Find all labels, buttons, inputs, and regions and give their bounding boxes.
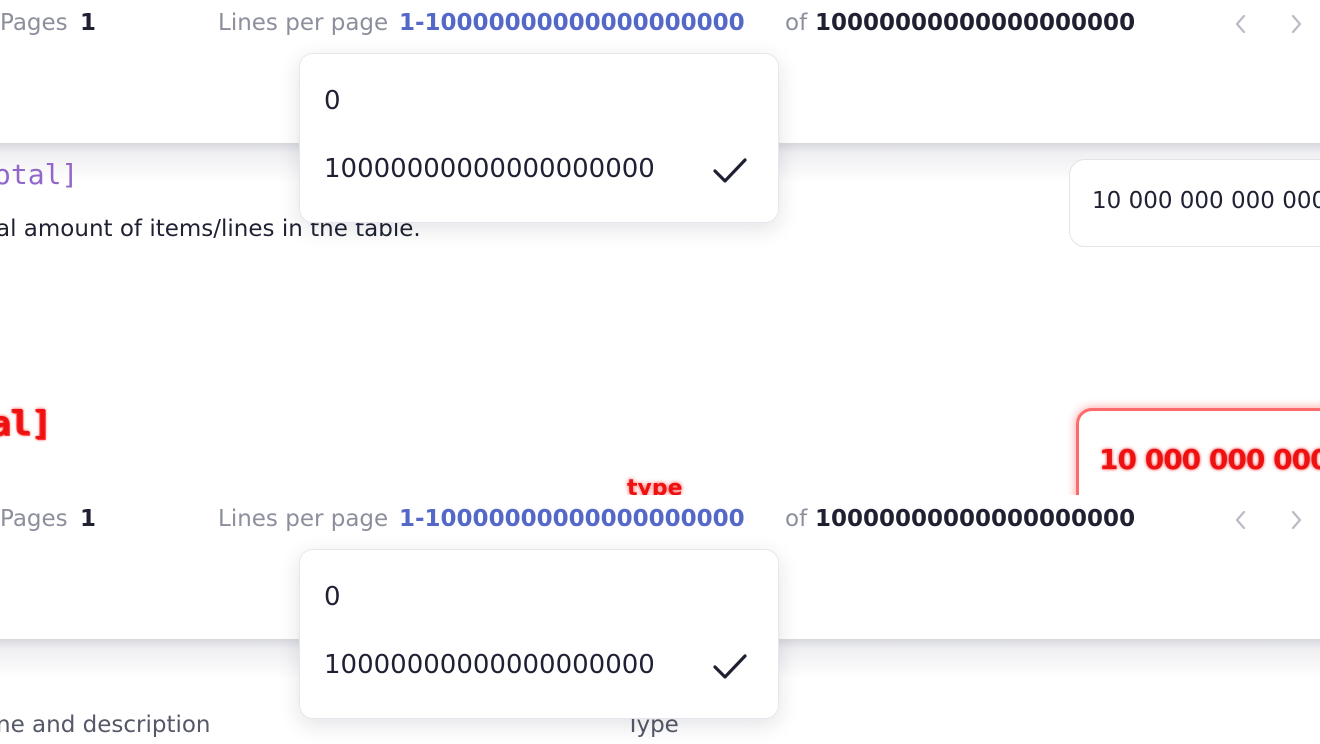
- lines-per-page-select[interactable]: 1-10000000000000000000: [399, 10, 745, 36]
- lines-per-page-select[interactable]: 1-10000000000000000000: [399, 506, 745, 532]
- dropdown-option-selected[interactable]: 10000000000000000000: [324, 650, 655, 680]
- dropdown-option[interactable]: 0: [324, 582, 341, 612]
- chevron-left-icon[interactable]: [1229, 10, 1253, 38]
- lines-per-page-label: Lines per page: [218, 506, 389, 532]
- lines-per-page-dropdown: 0 10000000000000000000: [299, 53, 779, 223]
- column-header-name: ne and description: [0, 712, 211, 738]
- highlight-value: 10 000 000 000 000: [1099, 443, 1320, 476]
- chevron-right-icon[interactable]: [1284, 10, 1308, 38]
- property-value-field[interactable]: 10 000 000 000 000: [1069, 159, 1320, 247]
- pages-label: Pages: [0, 10, 68, 36]
- chevron-right-icon[interactable]: [1284, 506, 1308, 534]
- dropdown-option[interactable]: 0: [324, 86, 341, 116]
- property-value: 10 000 000 000 000: [1092, 188, 1320, 214]
- highlight-type-label: type: [627, 476, 683, 495]
- highlight-property-name: tal]: [0, 404, 52, 444]
- highlight-overlay: tal] type 10 000 000 000 000: [0, 380, 1320, 495]
- chevron-left-icon[interactable]: [1229, 506, 1253, 534]
- property-name: otal]: [0, 158, 79, 191]
- pagination-bar-bottom: Pages 1 Lines per page 1-100000000000000…: [0, 506, 1320, 554]
- total-count: 10000000000000000000: [815, 506, 1136, 532]
- lines-per-page-dropdown: 0 10000000000000000000: [299, 549, 779, 719]
- check-icon: [712, 154, 748, 186]
- of-label: of: [785, 10, 808, 36]
- highlight-value-field: 10 000 000 000 000: [1076, 408, 1320, 495]
- dropdown-option-selected[interactable]: 10000000000000000000: [324, 154, 655, 184]
- pages-value: 1: [80, 10, 97, 36]
- pagination-bar-top: Pages 1 Lines per page 1-100000000000000…: [0, 10, 1320, 58]
- check-icon: [712, 650, 748, 682]
- lines-per-page-label: Lines per page: [218, 10, 389, 36]
- pages-value: 1: [80, 506, 97, 532]
- pages-label: Pages: [0, 506, 68, 532]
- of-label: of: [785, 506, 808, 532]
- total-count: 10000000000000000000: [815, 10, 1136, 36]
